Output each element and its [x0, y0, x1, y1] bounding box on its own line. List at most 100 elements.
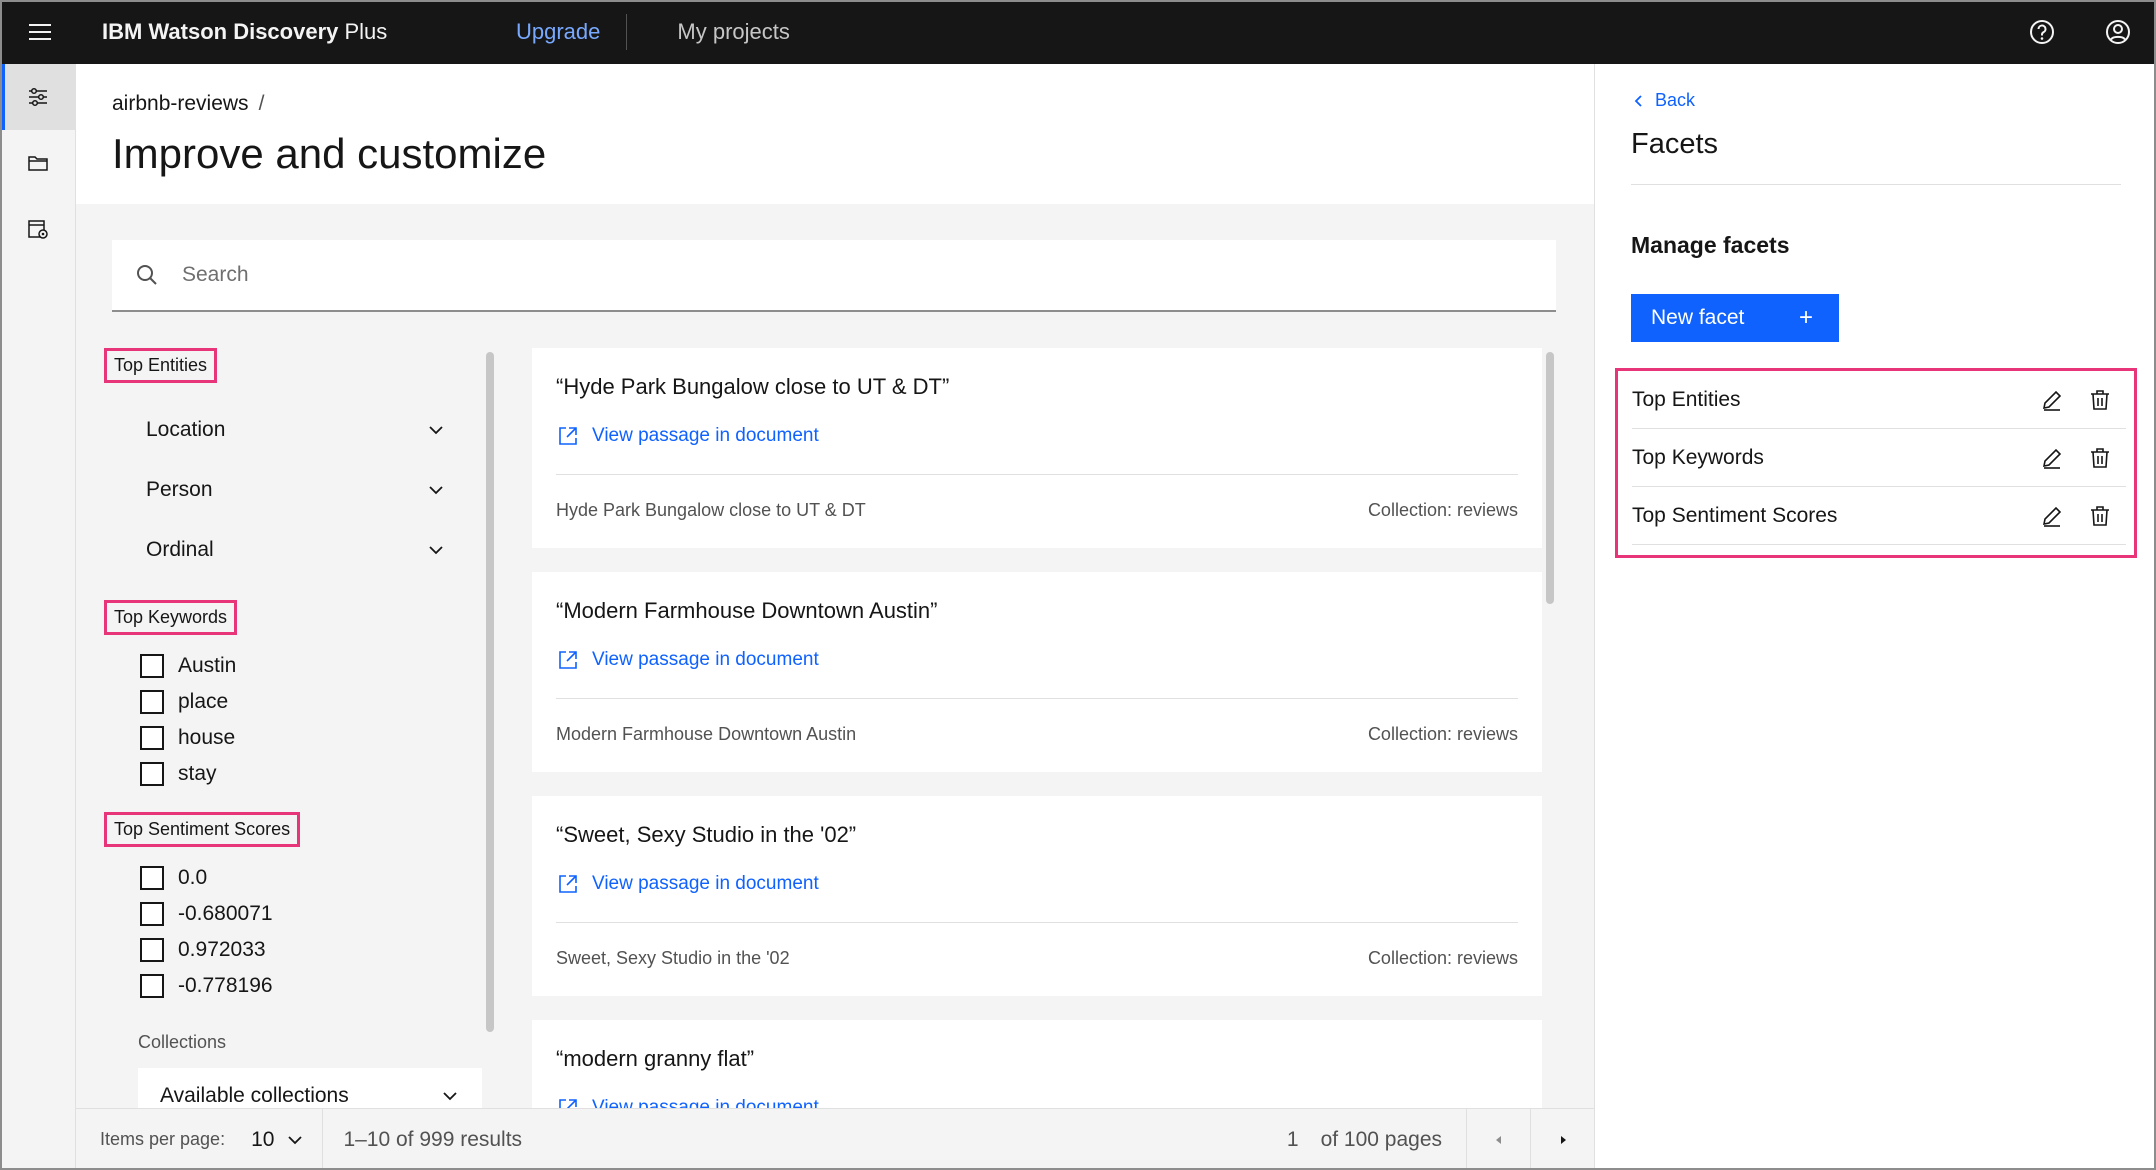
launch-icon	[559, 651, 577, 669]
panel-divider	[1631, 184, 2121, 185]
pagination-bar: Items per page: 10 1–10 of 999 results 1…	[76, 1108, 1594, 1170]
breadcrumb-project-link[interactable]: airbnb-reviews	[112, 92, 249, 115]
checkbox-sentiment-3[interactable]: 0.972033	[140, 932, 266, 968]
result-title: “Modern Farmhouse Downtown Austin”	[556, 598, 938, 623]
checkbox-box[interactable]	[140, 974, 164, 998]
checkbox-keyword-place[interactable]: place	[140, 684, 228, 720]
delete-icon[interactable]	[2076, 371, 2124, 429]
items-per-page-value: 10	[251, 1127, 275, 1151]
facet-row-top-keywords: Top Keywords	[1632, 429, 2126, 487]
next-page-button[interactable]	[1530, 1109, 1594, 1170]
previous-page-button[interactable]	[1466, 1109, 1530, 1170]
caret-right-icon	[1560, 1136, 1566, 1144]
checkbox-box[interactable]	[140, 762, 164, 786]
facet-dropdown-location[interactable]: Location	[146, 400, 446, 460]
upgrade-link[interactable]: Upgrade	[490, 0, 626, 64]
checkbox-label: place	[178, 690, 229, 713]
checkbox-keyword-house[interactable]: house	[140, 720, 235, 756]
launch-icon	[559, 1099, 577, 1108]
page-number-select[interactable]: 1	[1287, 1128, 1321, 1152]
checkbox-box[interactable]	[140, 654, 164, 678]
main-content: Top Entities Location Person Ordinal Top…	[76, 204, 1594, 1108]
result-card: “Modern Farmhouse Downtown Austin” View …	[532, 572, 1542, 772]
menu-icon[interactable]	[0, 0, 80, 64]
view-passage-label: View passage in document	[592, 873, 819, 894]
checkbox-keyword-austin[interactable]: Austin	[140, 648, 236, 684]
facet-dropdown-person[interactable]: Person	[146, 460, 446, 520]
chevron-down-icon	[429, 426, 443, 435]
total-pages: of 100 pages	[1320, 1128, 1442, 1151]
back-label: Back	[1655, 90, 1696, 110]
facet-row-label: Top Keywords	[1632, 445, 1764, 469]
items-per-page-select[interactable]: 10	[251, 1128, 322, 1152]
results-scrollbar[interactable]	[1546, 352, 1554, 604]
header-actions	[2004, 0, 2156, 64]
left-nav-rail	[0, 64, 76, 1170]
view-passage-link[interactable]: View passage in document	[556, 648, 819, 672]
checkbox-keyword-stay[interactable]: stay	[140, 756, 217, 792]
search-icon	[137, 265, 157, 285]
facet-heading-top-entities: Top Entities	[104, 348, 218, 383]
edit-icon[interactable]	[2028, 429, 2076, 487]
user-avatar-icon[interactable]	[2080, 0, 2156, 64]
facets-panel: Back Facets Manage facets New facet + To…	[1594, 64, 2156, 1170]
result-collection: Collection: reviews	[1367, 500, 1518, 520]
delete-icon[interactable]	[2076, 487, 2124, 545]
card-divider	[556, 474, 1518, 475]
result-title: “Hyde Park Bungalow close to UT & DT”	[556, 374, 950, 399]
search-input[interactable]	[182, 263, 1482, 287]
facet-scrollbar[interactable]	[486, 352, 494, 1032]
checkbox-box[interactable]	[140, 690, 164, 714]
result-snippet: Hyde Park Bungalow close to UT & DT	[556, 500, 866, 520]
checkbox-box[interactable]	[140, 938, 164, 962]
new-facet-button[interactable]: New facet +	[1631, 294, 1839, 342]
view-passage-label: View passage in document	[592, 649, 819, 670]
checkbox-label: 0.0	[178, 866, 208, 889]
rail-collections[interactable]	[0, 130, 76, 196]
checkbox-label: -0.680071	[178, 902, 273, 925]
view-passage-link[interactable]: View passage in document	[556, 872, 819, 896]
rail-integrate-deploy[interactable]	[0, 196, 76, 262]
checkbox-label: 0.972033	[178, 938, 266, 961]
checkbox-box[interactable]	[140, 726, 164, 750]
view-passage-link[interactable]: View passage in document	[556, 1096, 819, 1108]
pagination-divider	[322, 1108, 324, 1170]
back-link[interactable]: Back	[1631, 90, 1695, 111]
checkbox-sentiment-1[interactable]: 0.0	[140, 860, 207, 896]
breadcrumb-separator: /	[258, 92, 265, 115]
deploy-icon	[28, 220, 48, 239]
view-passage-link[interactable]: View passage in document	[556, 424, 819, 448]
result-card: “Hyde Park Bungalow close to UT & DT” Vi…	[532, 348, 1542, 548]
launch-icon	[559, 875, 577, 893]
breadcrumb: airbnb-reviews /	[112, 92, 264, 116]
rail-improve-customize[interactable]	[0, 64, 76, 130]
checkbox-label: house	[178, 726, 236, 749]
chevron-down-icon	[429, 486, 443, 495]
card-divider	[556, 698, 1518, 699]
view-passage-label: View passage in document	[592, 425, 819, 446]
result-title: “modern granny flat”	[556, 1046, 755, 1071]
chevron-left-icon	[1634, 94, 1642, 107]
top-header: IBM Watson Discovery Plus Upgrade My pro…	[0, 0, 2156, 64]
delete-icon[interactable]	[2076, 429, 2124, 487]
result-card: “Sweet, Sexy Studio in the '02” View pas…	[532, 796, 1542, 996]
edit-icon[interactable]	[2028, 371, 2076, 429]
collections-select[interactable]: Available collections	[138, 1068, 482, 1108]
checkbox-label: stay	[178, 762, 217, 785]
chevron-down-icon	[443, 1091, 457, 1100]
facet-dropdown-ordinal[interactable]: Ordinal	[146, 520, 446, 580]
result-collection: Collection: reviews	[1367, 724, 1518, 744]
product-name[interactable]: IBM Watson Discovery Plus	[80, 0, 490, 64]
results-list: “Hyde Park Bungalow close to UT & DT” Vi…	[532, 348, 1542, 1108]
checkbox-box[interactable]	[140, 902, 164, 926]
caret-left-icon	[1495, 1136, 1501, 1144]
brand-rest: Watson Discovery	[148, 19, 339, 44]
my-projects-link[interactable]: My projects	[627, 0, 839, 64]
checkbox-box[interactable]	[140, 866, 164, 890]
brand-bold: IBM	[102, 19, 143, 44]
help-icon[interactable]	[2004, 0, 2080, 64]
checkbox-sentiment-2[interactable]: -0.680071	[140, 896, 273, 932]
dropdown-label: Person	[146, 478, 213, 501]
edit-icon[interactable]	[2028, 487, 2076, 545]
checkbox-sentiment-4[interactable]: -0.778196	[140, 968, 273, 1004]
